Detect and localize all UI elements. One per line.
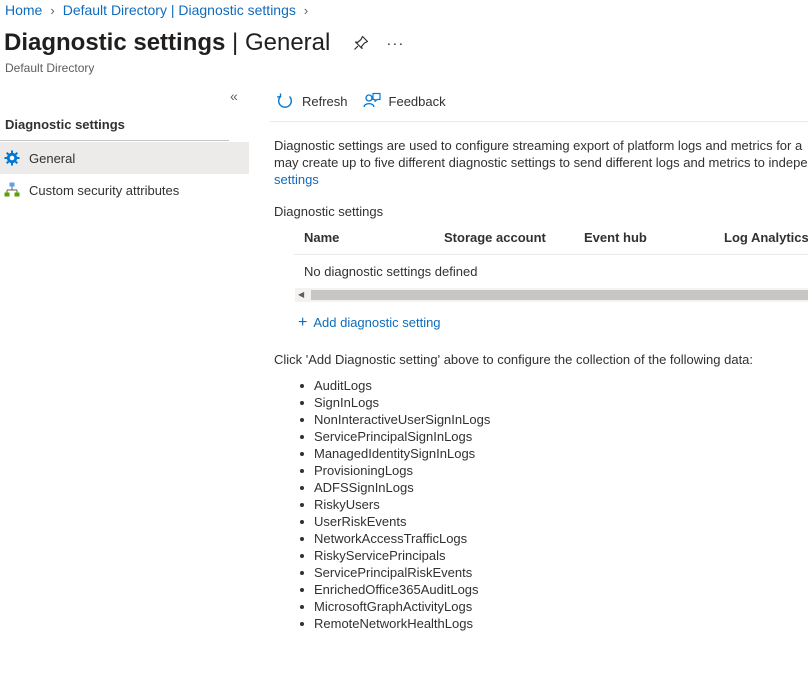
log-category-item: ProvisioningLogs bbox=[0, 462, 490, 479]
log-category-item: ADFSSignInLogs bbox=[0, 479, 490, 496]
sidebar-section-title: Diagnostic settings bbox=[5, 117, 125, 132]
sidebar-item-label: Custom security attributes bbox=[29, 182, 180, 198]
column-header-event-hub[interactable]: Event hub bbox=[584, 230, 647, 245]
feedback-icon bbox=[362, 92, 381, 108]
breadcrumb-diagnostic-settings-link[interactable]: Default Directory | Diagnostic settings bbox=[63, 2, 296, 18]
feedback-label: Feedback bbox=[388, 93, 446, 109]
pin-icon[interactable] bbox=[352, 34, 370, 52]
page-title-sub: General bbox=[244, 29, 331, 56]
hierarchy-icon bbox=[4, 182, 20, 198]
log-category-item: RiskyServicePrincipals bbox=[0, 547, 490, 564]
refresh-button[interactable]: Refresh bbox=[276, 92, 348, 110]
description: Diagnostic settings are used to configur… bbox=[274, 137, 808, 188]
sidebar-item-label: General bbox=[29, 150, 76, 166]
log-category-item: ManagedIdentitySignInLogs bbox=[0, 445, 490, 462]
log-category-item: ServicePrincipalSignInLogs bbox=[0, 428, 490, 445]
breadcrumb: Home › Default Directory | Diagnostic se… bbox=[5, 2, 316, 18]
page-title: Diagnostic settings | General bbox=[4, 29, 330, 57]
log-category-item: UserRiskEvents bbox=[0, 513, 490, 530]
empty-table-message: No diagnostic settings defined bbox=[304, 264, 478, 279]
log-category-item: EnrichedOffice365AuditLogs bbox=[0, 581, 490, 598]
scroll-left-icon[interactable]: ◀ bbox=[298, 290, 304, 299]
breadcrumb-home-link[interactable]: Home bbox=[5, 2, 42, 18]
column-header-name[interactable]: Name bbox=[304, 230, 339, 245]
more-options-button[interactable]: ··· bbox=[386, 35, 404, 52]
log-category-item: ServicePrincipalRiskEvents bbox=[0, 564, 490, 581]
command-bar: Refresh Feedback bbox=[276, 92, 446, 110]
horizontal-scrollbar[interactable]: ◀ bbox=[295, 288, 808, 302]
chevron-right-icon: › bbox=[303, 2, 309, 18]
add-diagnostic-setting-label: Add diagnostic setting bbox=[313, 315, 441, 330]
log-category-list: AuditLogs SignInLogs NonInteractiveUserSig… bbox=[0, 377, 490, 632]
refresh-label: Refresh bbox=[302, 93, 348, 109]
log-category-item: SignInLogs bbox=[0, 394, 490, 411]
log-category-item: NonInteractiveUserSignInLogs bbox=[0, 411, 490, 428]
command-bar-divider bbox=[270, 121, 808, 122]
title-row: Diagnostic settings | General ··· bbox=[4, 29, 404, 57]
diagnostic-settings-learn-link[interactable]: settings bbox=[274, 172, 319, 187]
description-line: may create up to five different diagnost… bbox=[274, 155, 808, 170]
feedback-button[interactable]: Feedback bbox=[362, 92, 446, 110]
gear-icon bbox=[4, 150, 20, 166]
log-category-item: NetworkAccessTrafficLogs bbox=[0, 530, 490, 547]
collapse-sidebar-button[interactable]: « bbox=[230, 88, 238, 104]
table-section-label: Diagnostic settings bbox=[274, 204, 384, 219]
log-category-item: AuditLogs bbox=[0, 377, 490, 394]
log-category-item: RemoteNetworkHealthLogs bbox=[0, 615, 490, 632]
log-category-item: RiskyUsers bbox=[0, 496, 490, 513]
chevron-right-icon: › bbox=[50, 2, 55, 18]
refresh-icon bbox=[277, 93, 292, 108]
sidebar-divider bbox=[0, 140, 229, 141]
column-header-log-analytics[interactable]: Log Analytics w bbox=[724, 230, 808, 245]
plus-icon: + bbox=[298, 314, 308, 331]
page-subtitle: Default Directory bbox=[5, 61, 95, 75]
sidebar-item-general[interactable]: General bbox=[0, 142, 249, 174]
add-diagnostic-setting-link[interactable]: + Add diagnostic setting bbox=[298, 314, 441, 331]
column-header-storage-account[interactable]: Storage account bbox=[444, 230, 546, 245]
instructions-text: Click 'Add Diagnostic setting' above to … bbox=[274, 352, 754, 367]
sidebar-item-custom-security-attributes[interactable]: Custom security attributes bbox=[0, 174, 249, 206]
page-title-main: Diagnostic settings bbox=[4, 29, 226, 56]
scrollbar-thumb[interactable] bbox=[311, 290, 808, 300]
description-line: Diagnostic settings are used to configur… bbox=[274, 138, 803, 153]
log-category-item: MicrosoftGraphActivityLogs bbox=[0, 598, 490, 615]
title-separator: | bbox=[225, 29, 245, 56]
table-header: Name Storage account Event hub Log Analy… bbox=[294, 222, 808, 255]
